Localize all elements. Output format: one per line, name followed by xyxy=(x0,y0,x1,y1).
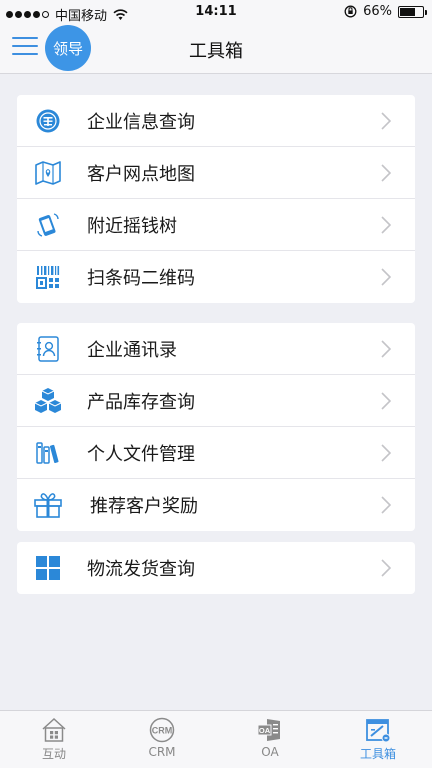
shake-phone-icon xyxy=(33,210,63,240)
svg-text:CRM: CRM xyxy=(152,726,173,736)
battery-icon xyxy=(398,5,427,18)
status-bar: 中国移动 14:11 66% xyxy=(0,0,432,24)
list-item-referral-reward[interactable]: 推荐客户奖励 xyxy=(17,479,415,531)
logistics-grid-icon xyxy=(33,553,63,583)
tab-oa[interactable]: OA OA xyxy=(216,711,324,768)
chevron-right-icon xyxy=(381,112,391,130)
tool-group-1: 企业信息查询 客户网点地图 附近摇钱树 扫条码二维码 xyxy=(17,95,415,303)
list-item-label: 产品库存查询 xyxy=(87,391,195,413)
home-icon xyxy=(40,717,68,743)
list-item-label: 扫条码二维码 xyxy=(87,268,195,289)
list-item-product-inventory[interactable]: 产品库存查询 xyxy=(17,375,415,427)
page-title: 工具箱 xyxy=(189,41,243,62)
tab-crm[interactable]: CRM CRM xyxy=(108,711,216,768)
battery-level-fill xyxy=(400,7,415,16)
chevron-right-icon xyxy=(381,268,391,286)
list-item-label: 企业信息查询 xyxy=(87,111,195,133)
list-item-label: 推荐客户奖励 xyxy=(90,496,198,517)
chevron-right-icon xyxy=(381,340,391,358)
tab-toolbox[interactable]: 工具箱 xyxy=(324,711,432,768)
orientation-lock-icon xyxy=(344,5,357,18)
tab-label: CRM xyxy=(148,745,176,759)
list-item-label: 企业通讯录 xyxy=(87,339,177,361)
chevron-right-icon xyxy=(381,216,391,234)
inventory-boxes-icon xyxy=(33,386,63,416)
list-item-personal-files[interactable]: 个人文件管理 xyxy=(17,427,415,479)
map-icon xyxy=(33,158,63,188)
crm-icon: CRM xyxy=(148,717,176,743)
gift-icon xyxy=(33,490,63,520)
list-item-nearby-money-tree[interactable]: 附近摇钱树 xyxy=(17,199,415,251)
navigation-bar: 领导 工具箱 xyxy=(0,24,432,74)
chevron-right-icon xyxy=(381,444,391,462)
chevron-right-icon xyxy=(381,392,391,410)
list-item-label: 附近摇钱树 xyxy=(87,215,177,237)
chevron-right-icon xyxy=(381,559,391,577)
chevron-right-icon xyxy=(381,164,391,182)
list-item-company-info[interactable]: 企业信息查询 xyxy=(17,95,415,147)
list-item-company-contacts[interactable]: 企业通讯录 xyxy=(17,323,415,375)
files-icon xyxy=(33,438,63,468)
qr-code-icon xyxy=(33,262,63,292)
list-item-label: 客户网点地图 xyxy=(87,163,195,185)
battery-info: 66% xyxy=(344,4,427,19)
tab-label: OA xyxy=(261,745,279,759)
list-item-label: 个人文件管理 xyxy=(87,443,195,465)
tool-group-2: 企业通讯录 产品库存查询 个人文件管理 推荐客户奖励 xyxy=(17,323,415,531)
tool-group-3: 物流发货查询 xyxy=(17,542,415,594)
svg-text:OA: OA xyxy=(259,726,271,735)
list-item-scan-code[interactable]: 扫条码二维码 xyxy=(17,251,415,303)
oa-icon: OA xyxy=(256,717,284,743)
company-search-icon xyxy=(33,106,63,136)
list-item-customer-map[interactable]: 客户网点地图 xyxy=(17,147,415,199)
tab-label: 互动 xyxy=(41,747,66,761)
toolbox-icon xyxy=(364,717,392,743)
chevron-right-icon xyxy=(381,496,391,514)
battery-percent: 66% xyxy=(363,4,392,19)
tab-interaction[interactable]: 互动 xyxy=(0,711,108,768)
list-item-label: 物流发货查询 xyxy=(87,559,195,580)
tab-label: 工具箱 xyxy=(359,747,396,761)
contacts-icon xyxy=(33,334,63,364)
list-item-logistics[interactable]: 物流发货查询 xyxy=(17,542,415,594)
tab-bar: 互动 CRM CRM OA OA 工具箱 xyxy=(0,710,432,768)
